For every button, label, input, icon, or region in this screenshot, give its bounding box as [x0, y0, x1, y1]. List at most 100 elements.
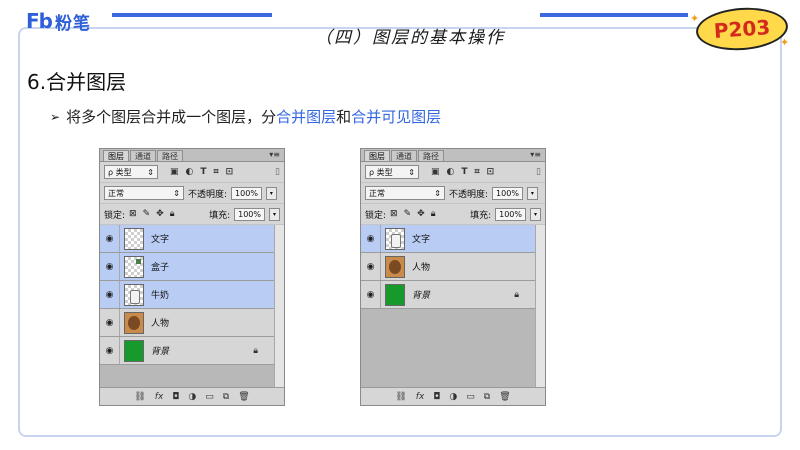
blend-mode-select[interactable]: 正常 ⇕: [365, 186, 445, 200]
layer-name[interactable]: 文字: [151, 232, 169, 245]
layer-name[interactable]: 人物: [412, 260, 430, 273]
folder-icon[interactable]: ▭: [205, 392, 214, 402]
tab-channels[interactable]: 通道: [391, 150, 417, 161]
trash-icon[interactable]: 🗑︎: [238, 392, 249, 402]
adjustment-filter-icon[interactable]: ◐: [186, 167, 194, 177]
eye-icon[interactable]: ◉: [361, 281, 381, 308]
panel-tabbar: 图层 通道 路径 ▾≡: [100, 149, 284, 162]
layer-thumbnail: [124, 283, 144, 306]
new-layer-icon[interactable]: ⧉: [223, 392, 229, 402]
lock-pixels-icon[interactable]: ✎: [404, 209, 412, 219]
header: Fb 粉笔 （四）图层的基本操作 P203 ✦ ✦: [0, 0, 800, 54]
trash-icon[interactable]: 🗑︎: [499, 392, 510, 402]
blend-mode-select[interactable]: 正常 ⇕: [104, 186, 184, 200]
lock-icons: ⊠ ✎ ✥ 🔒︎: [390, 209, 435, 219]
filter-toggle-icon[interactable]: ▯: [275, 167, 280, 177]
folder-icon[interactable]: ▭: [466, 392, 475, 402]
layer-row[interactable]: ◉ 背景 🔒︎: [361, 281, 535, 309]
layer-row[interactable]: ◉ 文字: [100, 225, 274, 253]
layer-name[interactable]: 盒子: [151, 260, 169, 273]
layer-thumbnail: [124, 227, 144, 250]
eye-icon[interactable]: ◉: [361, 225, 381, 252]
lock-transparent-icon[interactable]: ⊠: [390, 209, 398, 219]
fx-icon[interactable]: fx: [155, 392, 164, 402]
layer-row[interactable]: ◉ 人物: [100, 309, 274, 337]
fill-input[interactable]: 100%: [495, 207, 526, 221]
fill-dropdown-icon[interactable]: ▾: [269, 207, 280, 221]
lock-position-icon[interactable]: ✥: [417, 209, 425, 219]
bullet-middle: 和: [336, 108, 352, 126]
new-layer-icon[interactable]: ⧉: [484, 392, 490, 402]
eye-icon[interactable]: ◉: [100, 225, 120, 252]
layer-row[interactable]: ◉ 盒子: [100, 253, 274, 281]
layer-row[interactable]: ◉ 人物: [361, 253, 535, 281]
layer-thumbnail: [385, 227, 405, 250]
shape-filter-icon[interactable]: ⌗: [475, 167, 480, 177]
lock-all-icon[interactable]: 🔒︎: [170, 209, 175, 219]
eye-icon[interactable]: ◉: [100, 309, 120, 336]
chevron-icon: ⇕: [147, 167, 154, 177]
filter-toggle-icon[interactable]: ▯: [536, 167, 541, 177]
fill-input[interactable]: 100%: [234, 207, 265, 221]
shape-filter-icon[interactable]: ⌗: [214, 167, 219, 177]
panel-menu-icon[interactable]: ▾≡: [269, 150, 280, 159]
eye-icon[interactable]: ◉: [361, 253, 381, 280]
lock-pixels-icon[interactable]: ✎: [143, 209, 151, 219]
adjustment-icon[interactable]: ◑: [449, 392, 457, 402]
sparkle-icon: ✦: [690, 12, 700, 25]
type-filter-icon[interactable]: T: [461, 167, 467, 177]
layer-name[interactable]: 人物: [151, 316, 169, 329]
filter-kind-select[interactable]: ρ 类型 ⇕: [104, 165, 158, 179]
lock-position-icon[interactable]: ✥: [156, 209, 164, 219]
slide-heading: 6.合并图层: [27, 70, 127, 94]
smart-object-filter-icon[interactable]: ⊡: [226, 167, 234, 177]
layer-name[interactable]: 背景: [151, 344, 169, 357]
link-icon[interactable]: ⛓: [395, 392, 406, 402]
mask-icon[interactable]: ◘: [172, 392, 179, 402]
blend-row: 正常 ⇕ 不透明度: 100% ▾: [100, 183, 284, 204]
eye-icon[interactable]: ◉: [100, 337, 120, 364]
opacity-input[interactable]: 100%: [231, 186, 262, 200]
lock-icon: 🔒︎: [514, 289, 519, 300]
layer-thumbnail: [124, 255, 144, 278]
layer-row[interactable]: ◉ 牛奶: [100, 281, 274, 309]
fill-label: 填充:: [470, 210, 492, 221]
panel-menu-icon[interactable]: ▾≡: [530, 150, 541, 159]
lock-all-icon[interactable]: 🔒︎: [431, 209, 436, 219]
lock-row: 锁定: ⊠ ✎ ✥ 🔒︎ 填充: 100% ▾: [361, 204, 545, 225]
fill-label: 填充:: [209, 210, 231, 221]
opacity-input[interactable]: 100%: [492, 186, 523, 200]
image-filter-icon[interactable]: ▣: [170, 167, 179, 177]
sparkle-icon: ✦: [780, 36, 790, 49]
lock-label: 锁定:: [365, 210, 387, 221]
adjustment-filter-icon[interactable]: ◐: [447, 167, 455, 177]
tab-paths[interactable]: 路径: [418, 150, 444, 161]
fill-dropdown-icon[interactable]: ▾: [530, 207, 541, 221]
layer-row[interactable]: ◉ 背景 🔒︎: [100, 337, 274, 365]
lock-transparent-icon[interactable]: ⊠: [129, 209, 137, 219]
type-filter-icon[interactable]: T: [200, 167, 206, 177]
opacity-dropdown-icon[interactable]: ▾: [526, 186, 538, 200]
adjustment-icon[interactable]: ◑: [188, 392, 196, 402]
smart-object-filter-icon[interactable]: ⊡: [487, 167, 495, 177]
layer-name[interactable]: 文字: [412, 232, 430, 245]
lock-label: 锁定:: [104, 210, 126, 221]
tab-layers[interactable]: 图层: [103, 150, 129, 161]
layer-name[interactable]: 背景: [412, 288, 430, 301]
tab-paths[interactable]: 路径: [157, 150, 183, 161]
eye-icon[interactable]: ◉: [100, 253, 120, 280]
fx-icon[interactable]: fx: [416, 392, 425, 402]
opacity-dropdown-icon[interactable]: ▾: [265, 186, 277, 200]
layer-scrollbar[interactable]: [535, 225, 545, 387]
link-icon[interactable]: ⛓: [134, 392, 145, 402]
filter-kind-select[interactable]: ρ 类型 ⇕: [365, 165, 419, 179]
layer-name[interactable]: 牛奶: [151, 288, 169, 301]
layer-row[interactable]: ◉ 文字: [361, 225, 535, 253]
tab-channels[interactable]: 通道: [130, 150, 156, 161]
mask-icon[interactable]: ◘: [433, 392, 440, 402]
image-filter-icon[interactable]: ▣: [431, 167, 440, 177]
eye-icon[interactable]: ◉: [100, 281, 120, 308]
tab-layers[interactable]: 图层: [364, 150, 390, 161]
layer-scrollbar[interactable]: [274, 225, 284, 387]
panel-tabbar: 图层 通道 路径 ▾≡: [361, 149, 545, 162]
